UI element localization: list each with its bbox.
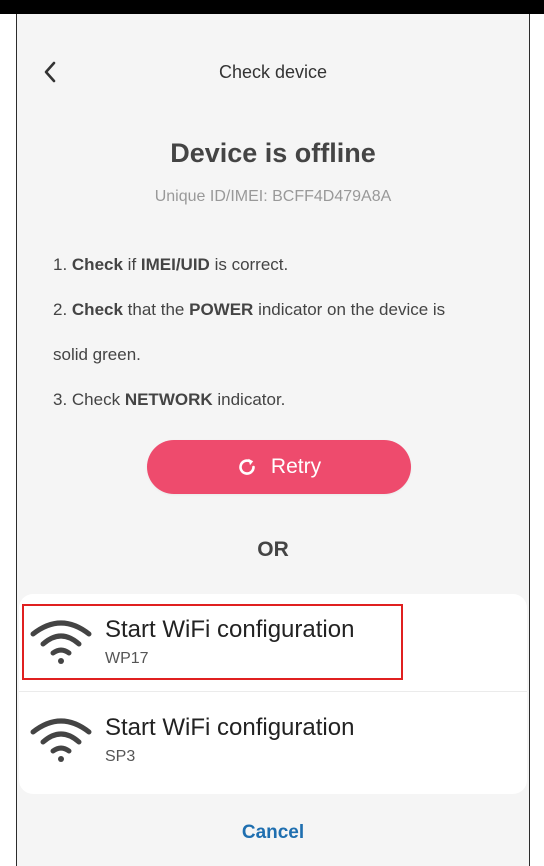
wifi-config-option-wp17[interactable]: Start WiFi configuration WP17 xyxy=(19,594,527,690)
instruction-step-2: 2. Check that the POWER indicator on the… xyxy=(53,300,446,319)
option-subtitle: WP17 xyxy=(105,650,149,667)
wifi-icon xyxy=(30,718,92,762)
cancel-button[interactable]: Cancel xyxy=(17,822,529,844)
option-title: Start WiFi configuration xyxy=(105,714,355,741)
refresh-icon xyxy=(237,457,257,477)
option-subtitle: SP3 xyxy=(105,748,136,765)
page-title: Check device xyxy=(218,62,328,82)
or-divider-text: OR xyxy=(257,538,289,561)
wifi-config-option-sp3[interactable]: Start WiFi configuration SP3 xyxy=(19,692,527,788)
instructions-list: 1. Check if IMEI/UID is correct. 2. Chec… xyxy=(53,242,523,422)
status-title: Device is offline xyxy=(170,138,376,168)
option-title: Start WiFi configuration xyxy=(105,616,355,643)
instruction-step-2-continued: solid green. xyxy=(53,345,141,364)
retry-button[interactable]: Retry xyxy=(147,440,411,494)
phone-screen: Check device Device is offline Unique ID… xyxy=(16,14,530,866)
retry-label: Retry xyxy=(270,455,322,478)
header-bar: Check device xyxy=(17,52,529,92)
status-bar xyxy=(0,0,544,14)
instruction-step-1: 1. Check if IMEI/UID is correct. xyxy=(53,255,289,274)
instruction-step-3: 3. Check NETWORK indicator. xyxy=(53,390,286,409)
wifi-icon xyxy=(30,620,92,664)
wifi-options-sheet: Start WiFi configuration WP17 Start WiFi… xyxy=(19,594,527,794)
device-uid: Unique ID/IMEI: BCFF4D479A8A xyxy=(154,188,392,205)
